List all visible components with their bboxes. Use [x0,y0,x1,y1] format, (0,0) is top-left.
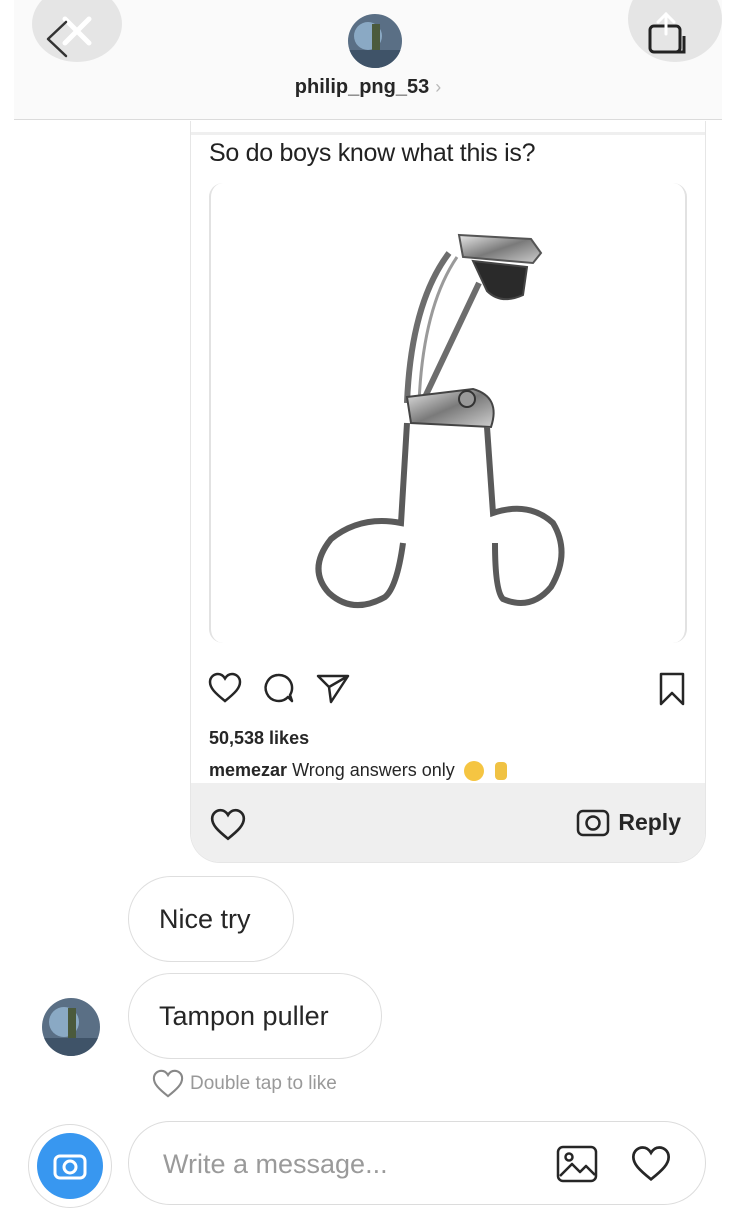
camera-icon [577,809,610,837]
heart-icon[interactable] [209,807,247,843]
message-bubble[interactable]: Nice try [128,876,294,962]
thread-header: philip_png_53 › [14,0,722,120]
double-tap-label: Double tap to like [190,1073,337,1094]
camera-icon [53,1154,87,1180]
message-composer [128,1121,706,1205]
post-image[interactable] [209,183,687,643]
message-text: Tampon puller [159,1000,329,1031]
thumbs-down-emoji-icon [494,762,507,781]
message-bubble[interactable]: Tampon puller [128,973,382,1059]
reply-label: Reply [618,808,681,835]
laughing-emoji-icon [463,761,484,782]
share-icon [648,12,686,54]
send-icon[interactable] [315,671,351,705]
post-caption: So do boys know what this is? [209,139,536,167]
heart-icon[interactable] [207,671,243,705]
post-top-edge [191,121,705,135]
thread-username[interactable]: philip_png_53 › [14,76,722,99]
post-card-footer: Reply [191,783,705,862]
back-arrow-icon[interactable] [40,18,74,58]
gallery-icon[interactable] [555,1144,599,1184]
comment-text: Wrong answers only [292,760,455,780]
heart-outline-icon [152,1069,184,1098]
heart-icon[interactable] [629,1144,673,1184]
message-input[interactable] [163,1144,543,1184]
message-text: Nice try [159,903,251,934]
likes-count: 50,538 likes [209,728,310,748]
header-avatar[interactable] [348,14,402,68]
camera-button-inner [37,1133,103,1199]
comment-icon[interactable] [261,671,295,705]
double-tap-hint: Double tap to like [150,1068,337,1100]
username-text: philip_png_53 [294,76,430,98]
comment-username: memezar [209,760,288,780]
chevron-right-icon: › [435,77,442,97]
shared-post-card[interactable]: So do boys know what this is? 50,538 lik… [190,121,706,863]
eyelash-curler-image [315,233,565,609]
bookmark-icon[interactable] [657,671,687,707]
top-comment: memezar Wrong answers only [209,760,507,782]
post-actions-bar [191,671,705,711]
share-button[interactable] [628,0,722,62]
sender-avatar[interactable] [42,998,100,1056]
reply-button[interactable]: Reply [576,807,681,837]
camera-button[interactable] [28,1124,112,1208]
